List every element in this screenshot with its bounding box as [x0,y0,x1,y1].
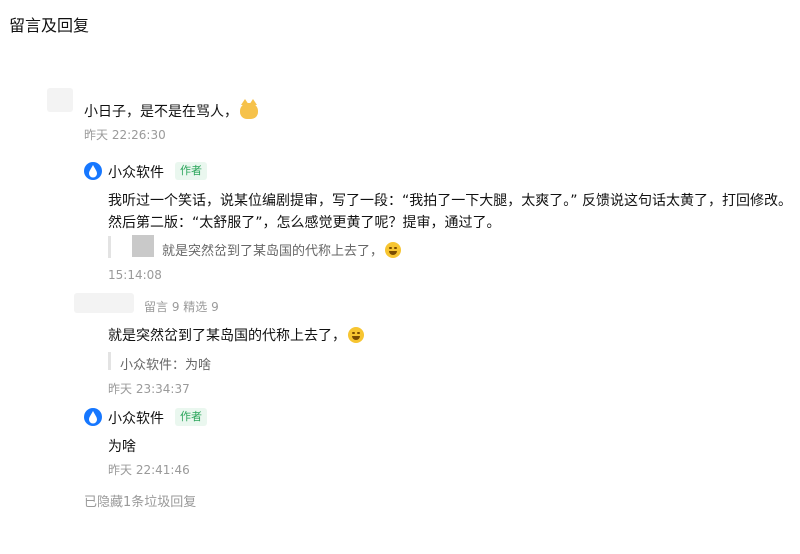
laughing-face-icon [348,327,364,343]
reply-text: 为啥 [108,439,136,455]
author-badge: 作者 [175,162,207,180]
avatar[interactable] [47,88,73,112]
quote-text: 就是突然岔到了某岛国的代称上去了， [162,240,402,259]
reply-time: 15:14:08 [108,268,162,282]
avatar[interactable] [74,293,134,313]
author-name[interactable]: 小众软件 [108,162,164,182]
reply-time: 昨天 22:41:46 [108,463,190,477]
quoted-avatar [132,235,154,257]
water-drop-logo-icon[interactable] [84,161,102,181]
page-title: 留言及回复 [9,16,90,35]
comment-time: 昨天 22:26:30 [84,128,166,142]
comment-text: 就是突然岔到了某岛国的代称上去了， [108,325,364,345]
author-badge: 作者 [175,408,207,426]
water-drop-logo-icon[interactable] [84,407,102,427]
comment-text: 小日子，是不是在骂人， [84,99,258,121]
quote-text: 小众软件：为啥 [120,358,212,373]
laughing-face-icon [385,242,402,258]
cat-face-icon [240,99,258,119]
comment-meta: 留言 9 精选 9 [144,300,219,314]
reply-text-line: 我听过一个笑话，说某位编剧提审，写了一段：“我拍了一下大腿，太爽了。” 反馈说这… [108,193,792,209]
comment-time: 昨天 23:34:37 [108,382,190,396]
hidden-replies-link[interactable]: 已隐藏1条垃圾回复 [84,491,196,510]
quote-bar [108,236,111,258]
reply-text-line: 然后第二版：“太舒服了”，怎么感觉更黄了呢？提审，通过了。 [108,215,501,231]
author-name[interactable]: 小众软件 [108,408,164,428]
quote-bar [108,352,111,370]
